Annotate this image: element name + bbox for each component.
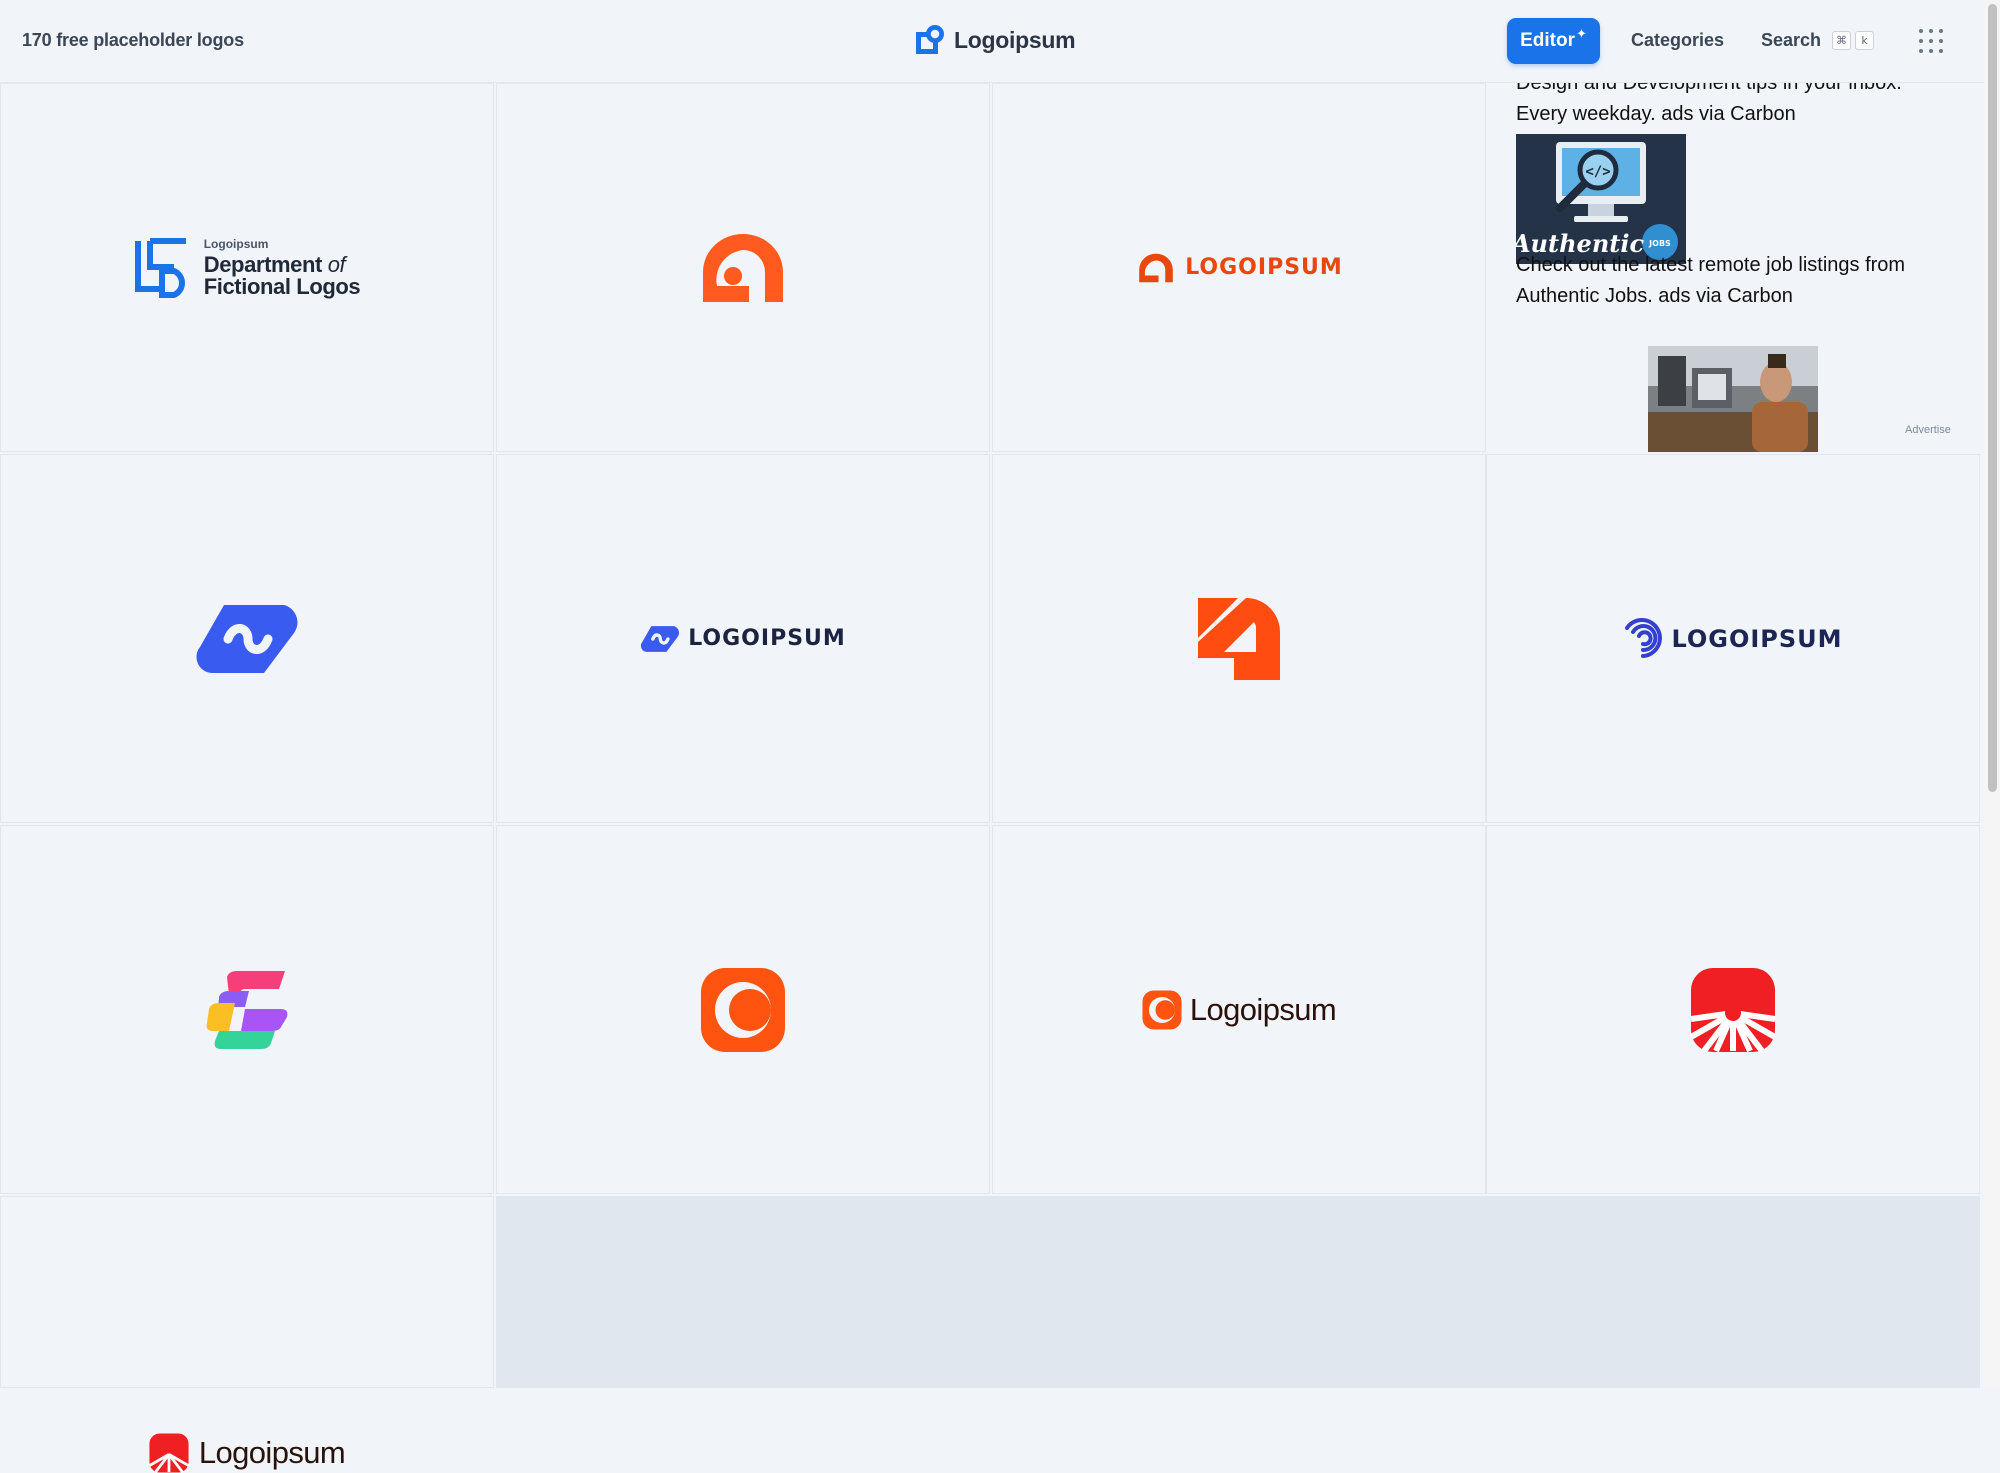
arch-wordmark-logo: LOGOIPSUM	[1135, 252, 1343, 284]
s-mark-icon	[206, 970, 288, 1049]
logo-card[interactable]	[992, 454, 1486, 823]
sun-small-icon	[148, 1433, 189, 1473]
search-link[interactable]: Search	[1761, 30, 1821, 51]
svg-text:JOBS: JOBS	[1648, 239, 1671, 248]
logo-card[interactable]: LOGOIPSUM	[1486, 454, 1980, 823]
ad-text-2[interactable]: Check out the latest remote job listings…	[1516, 250, 1956, 312]
loop-mark-icon	[196, 604, 298, 673]
arch-small-icon	[1139, 253, 1173, 282]
department-mark-icon	[134, 237, 186, 298]
ad-text-1[interactable]: Design and Development tips in your inbo…	[1516, 83, 1956, 130]
department-small-text: Logoipsum	[203, 236, 269, 251]
department-line2: Fictional Logos	[203, 273, 361, 299]
brand-mark-icon	[916, 25, 944, 54]
loop-wordmark-text: LOGOIPSUM	[688, 626, 846, 651]
logo-card[interactable]	[496, 825, 990, 1194]
logo-card[interactable]: LOGOIPSUM	[992, 83, 1486, 452]
categories-link[interactable]: Categories	[1631, 30, 1724, 51]
arch-wordmark-text: LOGOIPSUM	[1185, 255, 1343, 280]
logo-card[interactable]	[1486, 825, 1980, 1194]
sun-mark-icon	[1690, 967, 1776, 1053]
logo-count-text: 170 free placeholder logos	[22, 30, 244, 50]
logo-card[interactable]: Logoipsum	[992, 825, 1486, 1194]
logo-card[interactable]	[0, 825, 494, 1194]
editor-label: Editor	[1520, 30, 1575, 51]
editor-button[interactable]: Editor ✦	[1507, 18, 1600, 64]
loop-wordmark-logo: LOGOIPSUM	[640, 624, 846, 654]
department-line1: Department of	[203, 251, 346, 277]
ring-small-icon	[1142, 989, 1182, 1030]
svg-text:</>: </>	[1585, 164, 1610, 180]
loop-small-icon	[641, 625, 680, 652]
sparkle-icon: ✦	[1575, 26, 1587, 41]
sun-wordmark-logo: Logoipsum	[148, 1433, 346, 1473]
spiral-icon	[1625, 617, 1663, 658]
top-header: 170 free placeholder logos Logoipsum Edi…	[0, 0, 1984, 83]
ad-image-person-desk[interactable]	[1648, 346, 1818, 452]
apps-grid-icon[interactable]	[1918, 28, 1944, 54]
carbon-ad: Design and Development tips in your inbo…	[1486, 83, 1980, 452]
department-logo: Logoipsum Department of Fictional Logos	[134, 237, 361, 299]
d-mark-icon	[1198, 597, 1280, 680]
sun-wordmark-text: Logoipsum	[198, 1435, 346, 1470]
shortcut-k-key: k	[1855, 31, 1874, 50]
ring-wordmark-logo: Logoipsum	[1142, 989, 1337, 1030]
spiral-wordmark-text: LOGOIPSUM	[1671, 624, 1843, 653]
logo-card[interactable]: Logoipsum	[0, 1196, 494, 1473]
ring-mark-icon	[701, 967, 785, 1052]
spiral-wordmark-logo: LOGOIPSUM	[1623, 617, 1843, 660]
computer-search-icon: </> JOBS Authentic	[1516, 134, 1686, 264]
photo-person-icon	[1648, 346, 1818, 452]
logo-card[interactable]: Logoipsum Department of Fictional Logos	[0, 83, 494, 452]
scrollbar-thumb[interactable]	[1988, 4, 1997, 792]
logo-card[interactable]	[0, 454, 494, 823]
logo-card[interactable]	[496, 83, 990, 452]
ad-image-authentic-jobs[interactable]: </> JOBS Authentic	[1516, 134, 1686, 264]
brand-name: Logoipsum	[954, 26, 1076, 53]
shortcut-cmd-key: ⌘	[1832, 31, 1851, 50]
ring-wordmark-text: Logoipsum	[1189, 991, 1337, 1027]
logo-card[interactable]: LOGOIPSUM	[496, 454, 990, 823]
arch-mark-icon	[703, 233, 783, 302]
empty-grid-area	[496, 1196, 1980, 1388]
advertise-link[interactable]: Advertise	[1905, 424, 1951, 436]
brand-logo[interactable]: Logoipsum	[914, 24, 1076, 56]
department-text: Logoipsum Department of Fictional Logos	[204, 238, 361, 298]
